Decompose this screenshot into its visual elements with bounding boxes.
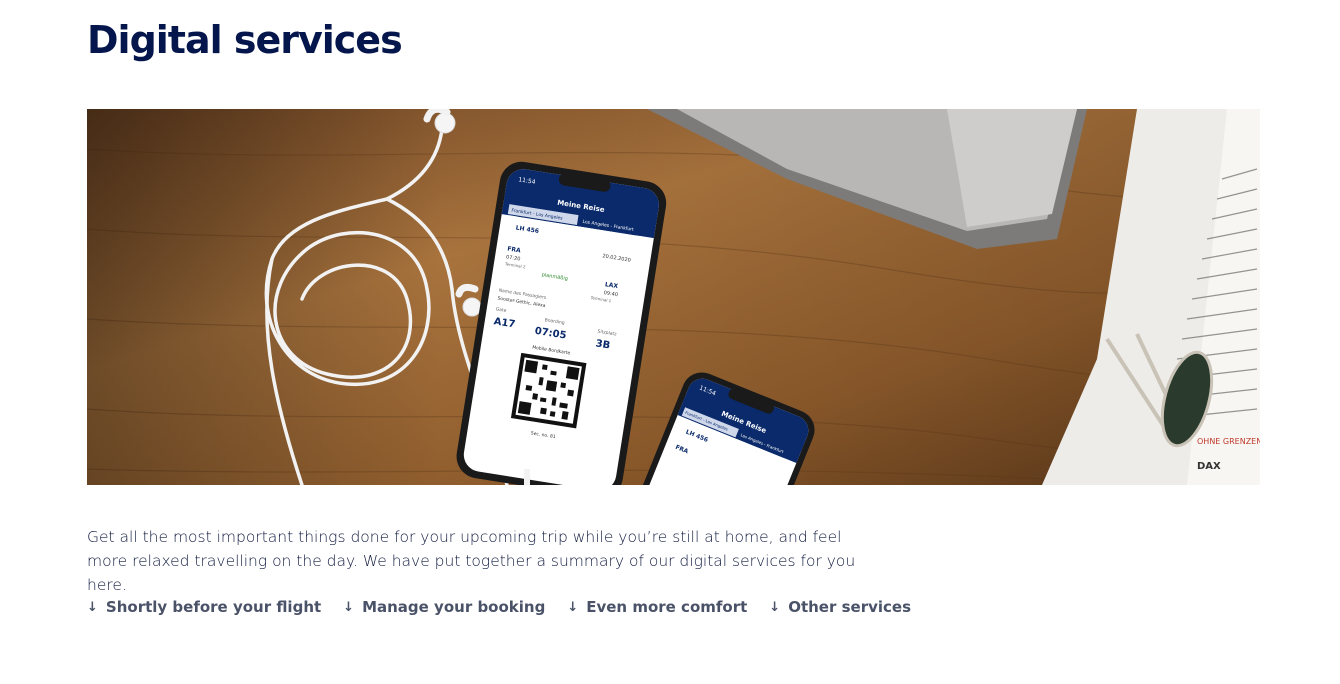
qr-code-icon [508,350,589,431]
phones-with-boarding-pass-image: DAX OHNE GRENZEN 11:54 Meine Reise Frank… [87,109,1260,485]
arrow-down-icon: ↓ [87,599,98,615]
anchor-label: Even more comfort [586,598,748,616]
phone1-seat: 3B [595,338,611,351]
intro-text: Get all the most important things done f… [87,528,856,594]
hero-image: DAX OHNE GRENZEN 11:54 Meine Reise Frank… [87,109,1260,485]
anchor-manage-booking[interactable]: ↓ Manage your booking [343,598,545,616]
newspaper-headline: DAX [1197,461,1221,472]
anchor-label: Shortly before your flight [105,598,322,616]
anchor-even-more-comfort[interactable]: ↓ Even more comfort [567,598,747,616]
anchor-other-services[interactable]: ↓ Other services [769,598,911,616]
page-title: Digital services [87,18,403,62]
anchor-shortly-before-flight[interactable]: ↓ Shortly before your flight [87,598,321,616]
arrow-down-icon: ↓ [343,599,355,615]
page: Digital services DAX OHNE GRENZEN 11:54 … [0,0,1340,684]
anchor-label: Other services [788,598,912,616]
arrow-down-icon: ↓ [567,599,579,615]
anchor-label: Manage your booking [362,598,546,616]
anchor-navigation: ↓ Shortly before your flight ↓ Manage yo… [87,598,911,616]
arrow-down-icon: ↓ [769,599,781,615]
newspaper-tag: OHNE GRENZEN [1197,437,1260,446]
